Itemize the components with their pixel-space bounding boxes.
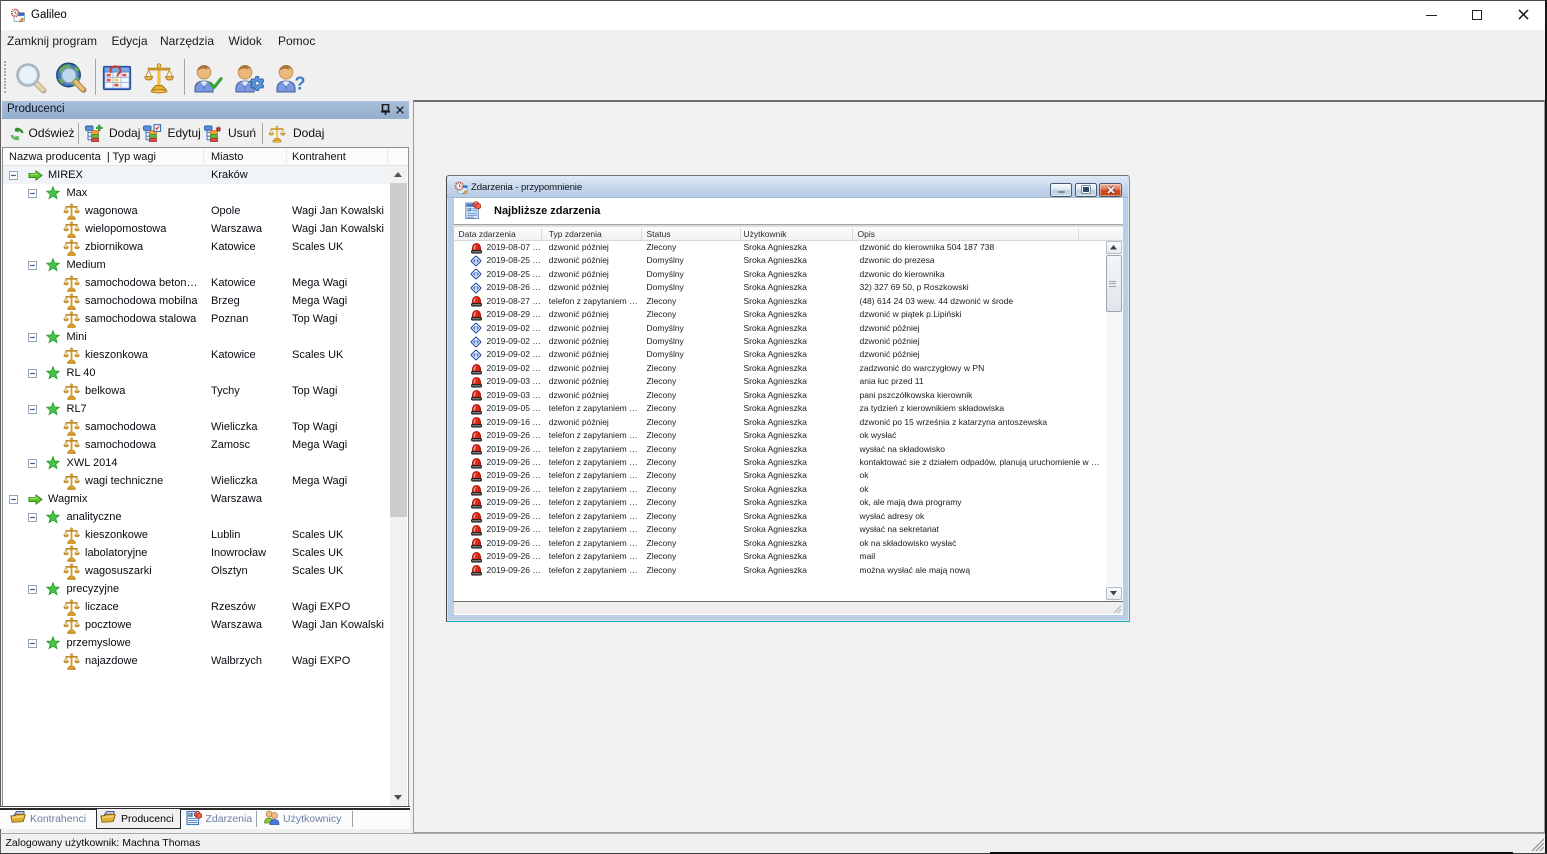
svg-text:?: ? (295, 74, 306, 94)
